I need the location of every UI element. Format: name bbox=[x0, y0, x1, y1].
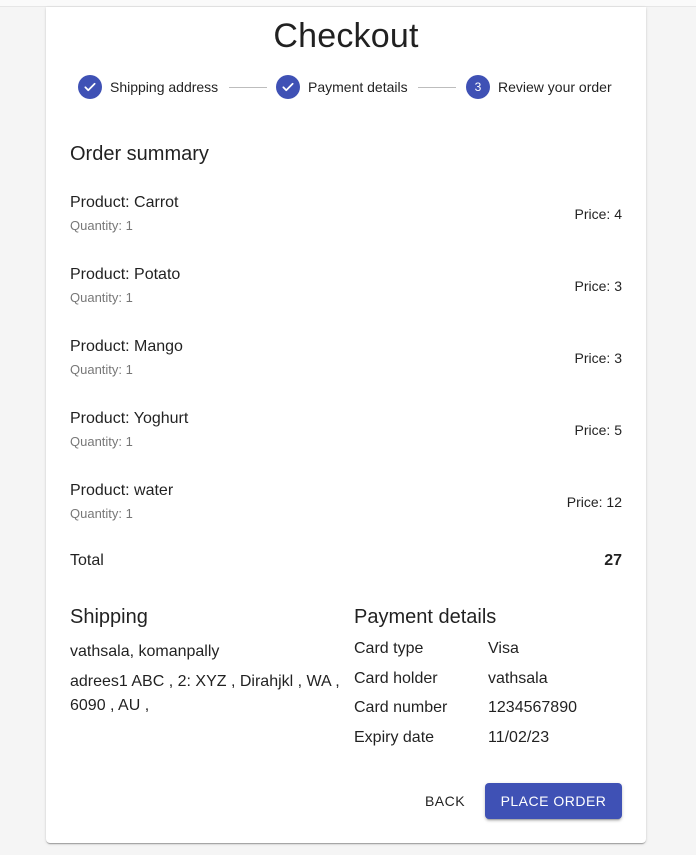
total-row: Total 27 bbox=[70, 552, 622, 572]
product-price: Price: 5 bbox=[574, 422, 622, 438]
checkout-stepper: Shipping address Payment details 3 Revie… bbox=[70, 67, 622, 107]
checkout-card: Checkout Shipping address Payment detail… bbox=[46, 7, 646, 843]
product-name: Product: Mango bbox=[70, 338, 183, 355]
payment-value: 1234567890 bbox=[488, 699, 577, 716]
product-quantity: Quantity: 1 bbox=[70, 290, 133, 305]
payment-row-expiry-date: Expiry date 11/02/23 bbox=[354, 729, 622, 753]
list-item: Product: Yoghurt Quantity: 1 Price: 5 bbox=[70, 410, 622, 470]
product-price: Price: 12 bbox=[566, 494, 622, 510]
total-label: Total bbox=[70, 552, 104, 569]
payment-label: Expiry date bbox=[354, 729, 435, 746]
product-name: Product: Carrot bbox=[70, 194, 179, 211]
step-number-badge: 3 bbox=[466, 75, 490, 99]
back-button[interactable]: BACK bbox=[412, 783, 478, 819]
payment-label: Card type bbox=[354, 640, 424, 657]
list-item: Product: water Quantity: 1 Price: 12 bbox=[70, 482, 622, 542]
payment-label: Card holder bbox=[354, 670, 438, 687]
step-label: Shipping address bbox=[110, 79, 219, 95]
check-icon bbox=[78, 75, 102, 99]
step-shipping-address: Shipping address bbox=[78, 75, 218, 99]
step-label: Payment details bbox=[308, 79, 408, 95]
step-connector bbox=[229, 87, 267, 88]
list-item: Product: Carrot Quantity: 1 Price: 4 bbox=[70, 194, 622, 254]
payment-details-heading: Payment details bbox=[354, 606, 497, 628]
shipping-address: adrees1 ABC , 2: XYZ , Dirahjkl , WA , 6… bbox=[70, 673, 340, 714]
product-quantity: Quantity: 1 bbox=[70, 362, 133, 377]
product-name: Product: Potato bbox=[70, 266, 181, 283]
place-order-button[interactable]: PLACE ORDER bbox=[485, 783, 622, 819]
shipping-heading: Shipping bbox=[70, 606, 148, 628]
page-top-border bbox=[0, 0, 696, 7]
product-price: Price: 3 bbox=[574, 278, 622, 294]
list-item: Product: Mango Quantity: 1 Price: 3 bbox=[70, 338, 622, 398]
payment-row-card-number: Card number 1234567890 bbox=[354, 699, 622, 723]
shipping-name: vathsala, komanpally bbox=[70, 643, 220, 660]
product-quantity: Quantity: 1 bbox=[70, 434, 133, 449]
page-title: Checkout bbox=[273, 17, 419, 55]
payment-value: vathsala bbox=[488, 670, 548, 687]
list-item: Product: Potato Quantity: 1 Price: 3 bbox=[70, 266, 622, 326]
product-name: Product: water bbox=[70, 482, 174, 499]
payment-row-card-holder: Card holder vathsala bbox=[354, 670, 622, 694]
step-review-order: 3 Review your order bbox=[466, 75, 612, 99]
payment-row-card-type: Card type Visa bbox=[354, 640, 622, 664]
payment-value: Visa bbox=[488, 640, 519, 657]
step-connector bbox=[418, 87, 456, 88]
payment-label: Card number bbox=[354, 699, 448, 716]
product-name: Product: Yoghurt bbox=[70, 410, 189, 427]
product-quantity: Quantity: 1 bbox=[70, 506, 133, 521]
total-value: 27 bbox=[604, 552, 622, 569]
step-label: Review your order bbox=[498, 79, 612, 95]
step-payment-details: Payment details bbox=[276, 75, 408, 99]
payment-value: 11/02/23 bbox=[488, 729, 550, 746]
order-summary-heading: Order summary bbox=[70, 143, 209, 165]
check-icon bbox=[276, 75, 300, 99]
product-quantity: Quantity: 1 bbox=[70, 218, 133, 233]
product-price: Price: 4 bbox=[574, 206, 622, 222]
page-bottom bbox=[0, 847, 696, 855]
product-price: Price: 3 bbox=[574, 350, 622, 366]
